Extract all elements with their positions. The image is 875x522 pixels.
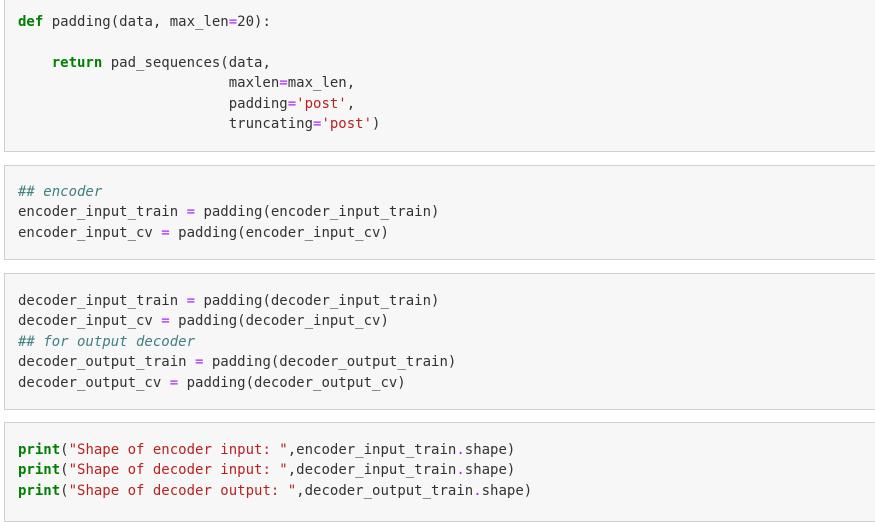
code-comment: ## encoder [18,184,103,200]
code-text: ( [60,482,69,499]
code-line: padding='post', [18,94,355,114]
code-text: decoder_input_cv [18,313,162,330]
code-cell-padding-function[interactable]: def padding(data, max_len=20): return pa… [4,0,875,152]
code-text: ,decoder_output_train [296,482,474,499]
code-operator: . [456,442,465,458]
code-line: decoder_output_cv = padding(decoder_outp… [18,373,406,393]
code-cell-encoder-padding[interactable]: ## encoder encoder_input_train = padding(… [4,165,875,260]
code-operator: . [473,482,482,499]
code-keyword: print [18,482,61,499]
code-keyword: print [18,442,61,458]
code-line: encoder_input_cv = padding(encoder_input… [18,223,389,243]
code-text: padding(decoder_output_train) [203,354,457,371]
code-line: print("Shape of encoder input: ",encoder… [18,440,515,460]
code-line: ## encoder [18,182,102,202]
code-text: decoder_input_train [18,293,187,309]
code-line: decoder_output_train = padding(decoder_o… [18,352,456,372]
code-text: padding(decoder_input_train) [195,293,440,309]
code-keyword: return [51,54,103,71]
code-text: decoder_output_cv [18,374,170,391]
code-line: truncating='post') [18,114,381,134]
code-operator: = [279,75,288,92]
code-text: padding(encoder_input_cv) [169,224,389,241]
code-line: return pad_sequences(data, [18,53,271,73]
code-text: padding(decoder_output_cv) [178,374,406,391]
code-text: ( [60,442,69,458]
code-text: ) [372,116,381,132]
code-operator: = [186,293,196,309]
code-line: decoder_input_cv = padding(decoder_input… [18,311,389,331]
code-string: 'post' [296,95,347,112]
code-text: truncating [18,116,314,132]
code-text: padding(encoder_input_train) [195,204,440,221]
code-operator: = [287,95,297,112]
code-text: max_len, [287,75,356,92]
code-text: maxlen [18,75,280,92]
code-text: encoder_input_train [18,204,187,221]
code-text: padding(data, max_len [43,14,229,30]
code-text: decoder_output_train [18,354,196,371]
code-keyword: def [18,14,44,30]
code-text: padding [18,95,288,112]
code-operator: = [161,313,170,330]
code-string: "Shape of decoder output: " [68,482,297,499]
code-operator: = [161,224,170,241]
code-keyword: print [18,462,61,479]
code-text: pad_sequences(data, [102,54,271,71]
code-line: print("Shape of decoder input: ",decoder… [18,460,515,480]
code-operator: . [456,462,465,479]
code-text: shape) [464,462,516,479]
code-text: , [346,95,356,112]
code-line: encoder_input_train = padding(encoder_in… [18,202,439,222]
code-line: decoder_input_train = padding(decoder_in… [18,291,439,311]
code-line: ## for output decoder [18,332,195,352]
code-text: padding(decoder_input_cv) [169,313,389,330]
code-cell-print-shapes[interactable]: print("Shape of encoder input: ",encoder… [4,422,875,522]
code-cell-decoder-padding[interactable]: decoder_input_train = padding(decoder_in… [4,273,875,410]
code-text: ,decoder_input_train [287,462,457,479]
code-text: 20): [237,14,271,30]
code-operator: = [228,14,238,30]
code-operator: = [186,204,196,221]
code-text: ( [60,462,69,479]
code-string: "Shape of encoder input: " [68,442,288,458]
code-operator: = [169,374,179,391]
code-line: print("Shape of decoder output: ",decode… [18,481,532,501]
code-line: maxlen=max_len, [18,73,355,93]
code-comment: ## for output decoder [18,333,196,350]
code-text: shape) [481,482,533,499]
code-line: def padding(data, max_len=20): [18,12,271,32]
code-text: shape) [464,442,516,458]
code-string: 'post' [321,116,373,132]
code-text: ,encoder_input_train [287,442,457,458]
code-string: "Shape of decoder input: " [68,462,288,479]
code-text: encoder_input_cv [18,224,162,241]
